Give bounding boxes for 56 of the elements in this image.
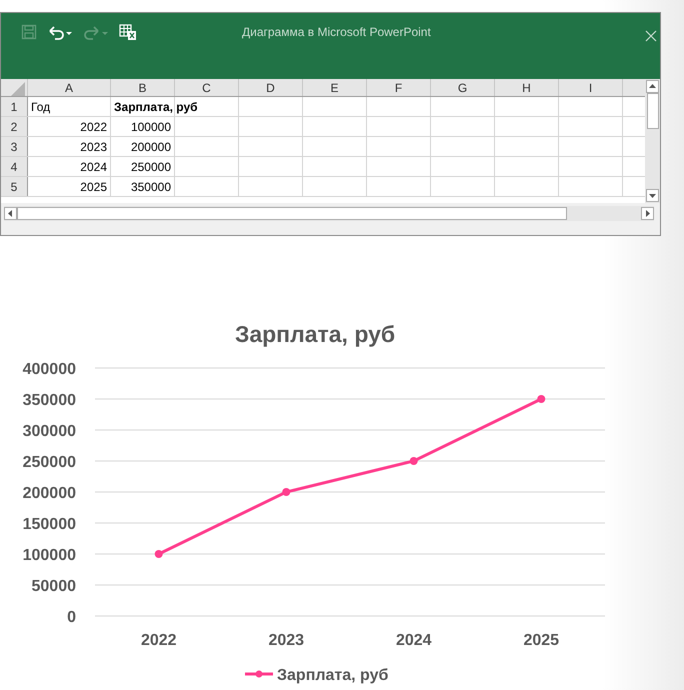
scroll-down-icon[interactable]: [646, 189, 660, 202]
y-axis-label: 50000: [32, 578, 76, 595]
table-cell-text: Зарплата, руб: [114, 98, 198, 116]
chart-title: Зарплата, руб: [234, 321, 396, 347]
scroll-thumb[interactable]: [646, 93, 659, 129]
spreadsheet-icon[interactable]: [119, 23, 137, 41]
scroll-up-icon[interactable]: [646, 80, 660, 93]
column-header[interactable]: G: [431, 79, 495, 96]
table-cell-text: 2023: [80, 138, 107, 156]
data-point: [410, 457, 418, 465]
x-axis-label: 2023: [268, 632, 304, 649]
y-axis-label: 150000: [22, 516, 76, 533]
column-header[interactable]: F: [367, 79, 431, 96]
close-icon[interactable]: [645, 30, 657, 42]
y-axis-label: 350000: [22, 392, 76, 409]
x-axis-label: 2025: [523, 632, 560, 649]
column-header[interactable]: B: [111, 79, 175, 96]
column-header[interactable]: H: [495, 79, 559, 96]
row-header[interactable]: 5: [1, 177, 28, 196]
table-cell-text: 350000: [130, 178, 171, 196]
y-axis-label: 100000: [22, 547, 76, 564]
y-axis-label: 250000: [22, 454, 76, 471]
x-axis-label: 2022: [140, 632, 177, 649]
column-header[interactable]: E: [303, 79, 367, 96]
table-cell-text: 200000: [130, 138, 171, 156]
table-cell-text: 2024: [80, 158, 107, 176]
scroll-right-icon[interactable]: [641, 207, 654, 220]
table-cell-text: 100000: [130, 118, 171, 136]
undo-icon[interactable]: [47, 24, 73, 40]
column-header[interactable]: D: [239, 79, 303, 96]
column-header[interactable]: I: [559, 79, 623, 96]
horizontal-scrollbar[interactable]: [4, 206, 654, 221]
table-cell-text: 250000: [130, 158, 171, 176]
legend-label: Зарплата, руб: [277, 667, 388, 684]
row-header[interactable]: 2: [1, 117, 28, 136]
vertical-scrollbar[interactable]: [645, 79, 660, 203]
scroll-left-icon[interactable]: [4, 207, 17, 220]
row-header[interactable]: 1: [1, 97, 28, 116]
data-point: [154, 550, 163, 558]
x-axis-label: 2024: [396, 632, 432, 649]
row-header[interactable]: 4: [1, 157, 28, 176]
y-axis-label: 400000: [22, 361, 76, 378]
table-cell-text: 2025: [80, 178, 107, 196]
row-header[interactable]: 3: [1, 137, 28, 156]
y-axis-label: 200000: [22, 485, 76, 502]
legend-marker-icon: [245, 670, 273, 678]
data-point: [282, 488, 290, 496]
scroll-thumb[interactable]: [17, 207, 567, 220]
table-cell-text: Год: [31, 98, 50, 116]
data-point: [537, 395, 546, 403]
y-axis-label: 0: [67, 609, 76, 626]
column-header[interactable]: A: [28, 79, 111, 96]
column-header[interactable]: C: [175, 79, 239, 96]
table-cell-text: 2022: [80, 118, 107, 136]
y-axis-label: 300000: [22, 423, 76, 440]
window-title: Диаграмма в Microsoft PowerPoint: [242, 24, 431, 41]
